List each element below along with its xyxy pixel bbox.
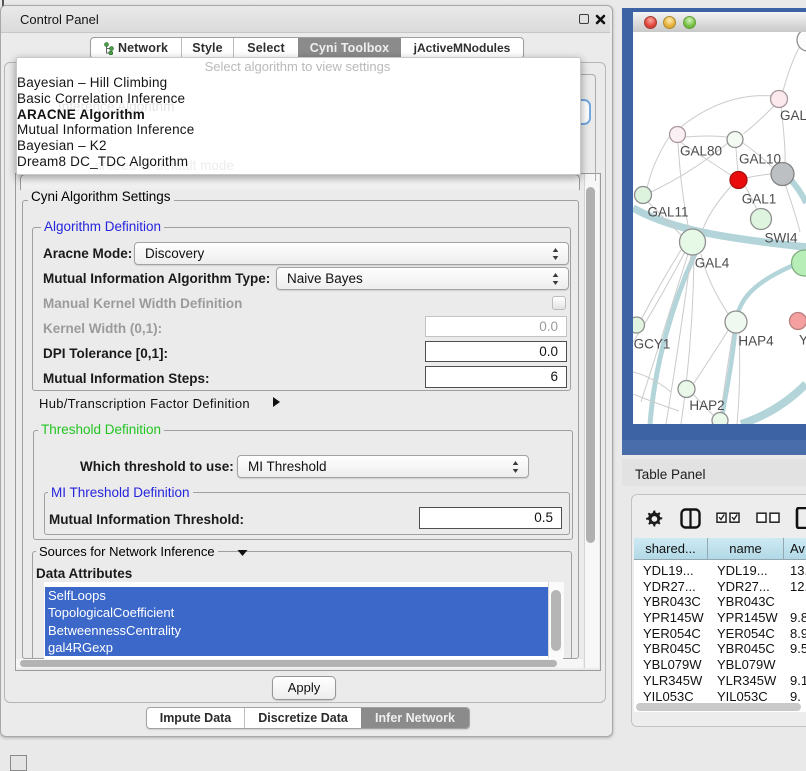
svg-text:YD: YD — [799, 333, 806, 348]
svg-text:GAL80: GAL80 — [680, 144, 722, 159]
svg-text:GAL7: GAL7 — [780, 108, 806, 123]
svg-text:SWI4: SWI4 — [764, 231, 797, 246]
svg-text:GCY1: GCY1 — [634, 337, 671, 352]
svg-text:GAL10: GAL10 — [739, 152, 781, 167]
svg-text:HAP4: HAP4 — [738, 334, 774, 349]
svg-text:GAL4: GAL4 — [695, 256, 730, 271]
svg-text:GAL11: GAL11 — [647, 205, 688, 220]
svg-text:GAL1: GAL1 — [742, 192, 777, 207]
svg-text:HAP2: HAP2 — [689, 398, 724, 413]
